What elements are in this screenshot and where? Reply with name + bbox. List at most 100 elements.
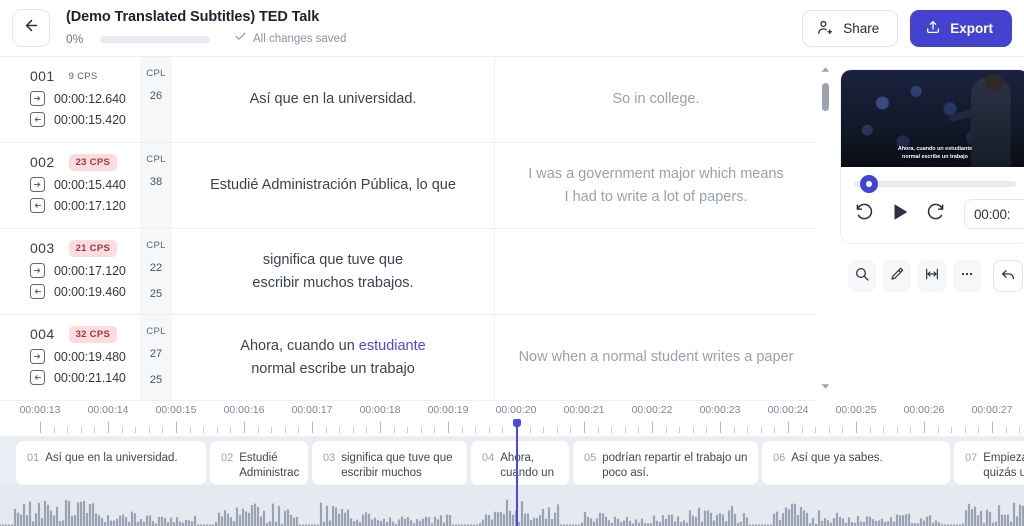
clip-number: 05 [584, 452, 597, 464]
timeline-clip[interactable]: 01 Así que en la universidad. [16, 441, 206, 485]
cpl-value: 25 [149, 288, 163, 300]
timeline-clip[interactable]: 05 podrían repartir el trabajo un poco as… [573, 441, 758, 485]
ruler-tick [244, 422, 245, 433]
more-tool-button[interactable] [953, 260, 981, 292]
save-status: All changes saved [234, 30, 346, 48]
ruler-tick [420, 427, 422, 433]
scroll-down-button[interactable] [817, 379, 834, 393]
playhead[interactable] [513, 419, 521, 526]
end-time-icon[interactable] [30, 370, 45, 385]
end-time-value[interactable]: 00:00:21.140 [54, 371, 126, 385]
split-tool-button[interactable] [918, 260, 946, 292]
end-time-icon[interactable] [30, 112, 45, 127]
end-time-value[interactable]: 00:00:19.460 [54, 285, 126, 299]
table-row[interactable]: 003 21 CPS 00:00:17.120 00:00:19.460 CPL 22 25… [0, 229, 817, 315]
video-player-card: Ahora, cuando un estudiante normal escri… [840, 69, 1024, 244]
ruler-tick [896, 427, 898, 433]
timeline-waveform[interactable] [0, 485, 1024, 526]
ruler-label: 00:00:24 [767, 404, 809, 416]
ruler-tick [665, 427, 667, 433]
ruler-tick [271, 427, 273, 433]
cpl-header: CPL [146, 68, 166, 79]
start-time-icon[interactable] [30, 349, 45, 364]
play-button[interactable] [889, 201, 911, 228]
ruler-tick [325, 427, 327, 433]
table-row[interactable]: 002 23 CPS 00:00:15.440 00:00:17.120 CPL 38 Es… [0, 143, 817, 229]
source-text-cell[interactable]: Así que en la universidad. [172, 57, 495, 142]
progress-bar [100, 35, 210, 43]
source-line: Estudié Administración Pública, lo que [210, 177, 456, 193]
ruler-tick [148, 427, 150, 433]
target-text-cell[interactable]: So in college. [495, 57, 817, 142]
ruler-tick [788, 422, 789, 433]
ruler-tick [189, 427, 191, 433]
table-row[interactable]: 004 32 CPS 00:00:19.480 00:00:21.140 CPL 27 25… [0, 315, 817, 401]
clip-number: 06 [773, 452, 786, 464]
rewind-button[interactable] [855, 202, 874, 226]
start-time-icon[interactable] [30, 91, 45, 106]
caret-up-icon [821, 60, 830, 78]
ruler-tick [502, 427, 504, 433]
ruler-label: 00:00:23 [699, 404, 741, 416]
export-button[interactable]: Export [910, 10, 1012, 47]
source-text-cell[interactable]: significa que tuve que escribir muchos tr… [172, 229, 495, 314]
undo-button[interactable] [993, 260, 1023, 292]
ruler-label: 00:00:15 [155, 404, 197, 416]
source-text-cell[interactable]: Estudié Administración Pública, lo que [172, 143, 495, 228]
highlighted-word[interactable]: estudiante [359, 338, 426, 354]
timeline-ruler[interactable]: 00:00:13 00:00:14 00:00:15 00:00:16 00:00:17… [0, 401, 1024, 437]
back-button[interactable] [12, 9, 50, 47]
ruler-tick [393, 427, 395, 433]
table-row[interactable]: 001 9 CPS 00:00:12.640 00:00:15.420 CPL 26 Así… [0, 57, 817, 143]
end-time-icon[interactable] [30, 198, 45, 213]
timeline-clip[interactable]: 03 significa que tuve que escribir muchos [312, 441, 467, 485]
clip-text: Así que en la universidad. [45, 452, 178, 464]
share-button[interactable]: Share [802, 10, 899, 47]
ruler-tick [135, 427, 137, 433]
scrollbar-thumb[interactable] [822, 83, 829, 111]
video-preview[interactable]: Ahora, cuando un estudiante normal escri… [841, 70, 1024, 167]
start-time-value[interactable]: 00:00:17.120 [54, 264, 126, 278]
ruler-tick [978, 427, 980, 433]
timeline-clips[interactable]: 01 Así que en la universidad. 02 Estudié Ad… [0, 437, 1024, 485]
timeline-clip[interactable]: 02 Estudié Administración [210, 441, 308, 485]
ruler-tick [529, 427, 531, 433]
target-text-cell[interactable]: I was a government major which means I ha… [495, 143, 817, 228]
source-text-cell[interactable]: Ahora, cuando un estudiante normal escrib… [172, 315, 495, 400]
start-time-value[interactable]: 00:00:12.640 [54, 92, 126, 106]
scroll-up-button[interactable] [817, 62, 834, 76]
ruler-tick [216, 427, 218, 433]
timeline-clip[interactable]: 06 Así que ya sabes. [762, 441, 950, 485]
start-time-value[interactable]: 00:00:15.440 [54, 178, 126, 192]
forward-button[interactable] [926, 202, 945, 226]
seek-bar[interactable] [854, 175, 1016, 193]
timeline[interactable]: 00:00:13 00:00:14 00:00:15 00:00:16 00:00:17… [0, 401, 1024, 526]
end-time-value[interactable]: 00:00:17.120 [54, 199, 126, 213]
target-text-cell[interactable]: Now when a normal student writes a paper [495, 315, 817, 400]
rewind-10-icon [855, 202, 874, 226]
ruler-tick [108, 422, 109, 433]
start-time-icon[interactable] [30, 263, 45, 278]
player-controls: 00:00: [841, 187, 1024, 243]
target-text-cell[interactable] [495, 229, 817, 314]
ruler-label: 00:00:13 [19, 404, 61, 416]
search-tool-button[interactable] [848, 260, 876, 292]
brush-tool-button[interactable] [883, 260, 911, 292]
start-time-icon[interactable] [30, 177, 45, 192]
cps-badge: 21 CPS [68, 239, 118, 257]
subtitle-list[interactable]: 001 9 CPS 00:00:12.640 00:00:15.420 CPL 26 Así… [0, 57, 817, 401]
ruler-label: 00:00:17 [291, 404, 333, 416]
end-time-value[interactable]: 00:00:15.420 [54, 113, 126, 127]
start-time-value[interactable]: 00:00:19.480 [54, 350, 126, 364]
end-time-icon[interactable] [30, 284, 45, 299]
timeline-clip[interactable]: 07 Empieza quizás u [954, 441, 1024, 485]
ruler-label: 00:00:25 [835, 404, 877, 416]
timeline-clip[interactable]: 04 Ahora, cuando un [471, 441, 569, 485]
clip-number: 03 [323, 452, 336, 464]
video-caption: Ahora, cuando un estudiante normal escri… [841, 146, 1024, 161]
current-time-field[interactable]: 00:00: [964, 199, 1024, 229]
share-button-label: Share [843, 21, 880, 36]
subtitle-list-scrollbar[interactable] [817, 57, 834, 401]
caret-down-icon [821, 377, 830, 395]
ruler-tick [692, 427, 694, 433]
